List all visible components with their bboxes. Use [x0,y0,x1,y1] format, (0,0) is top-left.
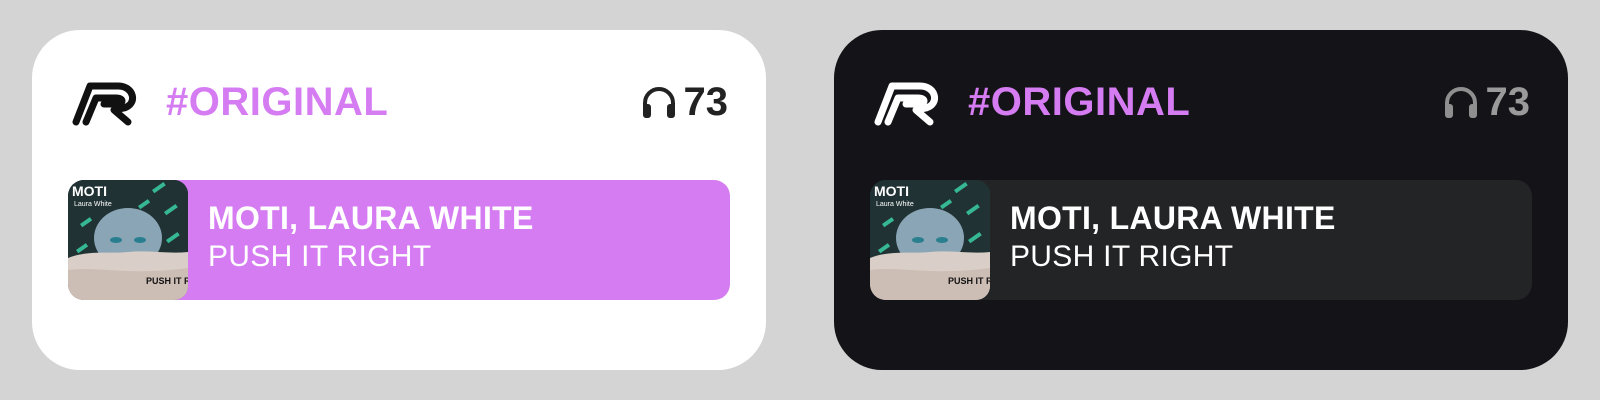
album-art-image: MOTI Laura White PUSH IT RIGHT [68,180,188,300]
album-art-image: MOTI Laura White PUSH IT RIGHT [870,180,990,300]
listener-count: 73 [640,80,729,124]
track-artist: MOTI, LAURA WHITE [1010,200,1336,236]
listener-count-value: 73 [1485,80,1531,124]
track-title: PUSH IT RIGHT [208,240,432,273]
channel-tag[interactable]: #ORIGINAL [166,80,388,125]
track-row[interactable]: MOTI Laura White PUSH IT RIGHT MOTI, LAU… [68,180,730,300]
r-logo-icon [72,82,136,126]
album-art-footer: PUSH IT RIGHT [146,276,188,286]
headphones-icon [642,87,675,118]
album-art-title: MOTI [72,183,107,199]
track-info: MOTI, LAURA WHITE PUSH IT RIGHT [1010,198,1336,276]
r-logo-icon [874,82,938,126]
now-playing-card-light[interactable]: #ORIGINAL 73 MOTI Laura White PUSH IT R … [32,30,766,370]
track-row[interactable]: MOTI Laura White PUSH IT RIGHT MOTI, LAU… [870,180,1532,300]
now-playing-card-dark[interactable]: #ORIGINAL 73 MOTI Laura White PUSH IT R … [834,30,1568,370]
channel-tag[interactable]: #ORIGINAL [968,80,1190,125]
track-title: PUSH IT RIGHT [1010,240,1234,273]
headphones-icon [1444,87,1477,118]
album-art-footer: PUSH IT RIGHT [948,276,990,286]
track-artist: MOTI, LAURA WHITE [208,200,534,236]
album-art: MOTI Laura White PUSH IT RIGHT [68,180,188,300]
album-art-subtitle: Laura White [876,201,914,208]
listener-count: 73 [1442,80,1531,124]
track-info: MOTI, LAURA WHITE PUSH IT RIGHT [208,198,534,276]
album-art: MOTI Laura White PUSH IT RIGHT [870,180,990,300]
listener-count-value: 73 [683,80,729,124]
album-art-title: MOTI [874,183,909,199]
album-art-subtitle: Laura White [74,201,112,208]
